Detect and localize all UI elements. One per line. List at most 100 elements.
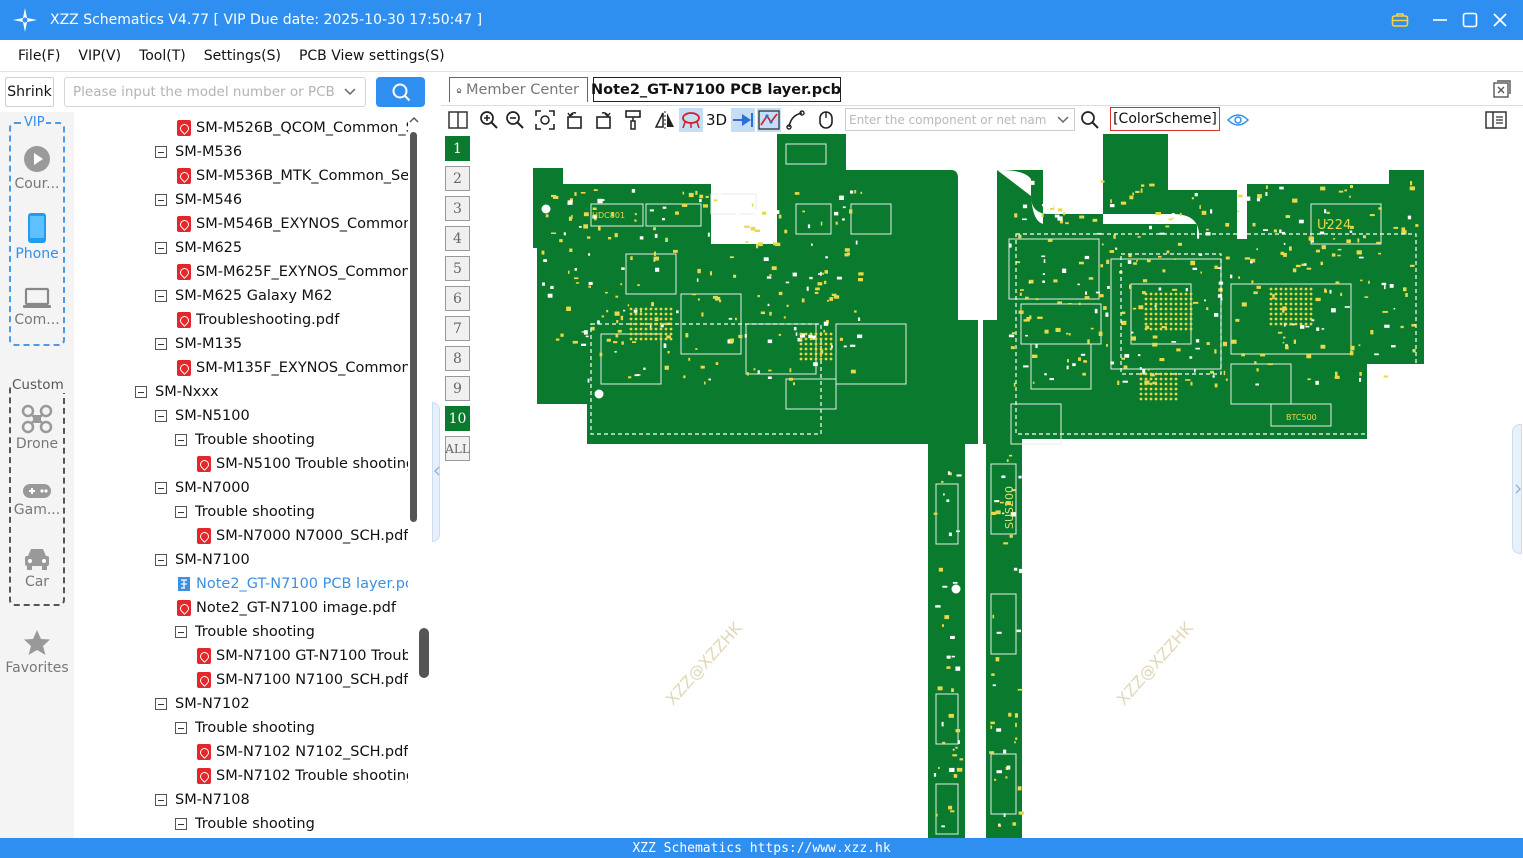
tree-item-label: SM-N5100 [175,408,250,424]
tree-folder[interactable]: Trouble shooting [175,500,315,524]
pcb-mark [942,624,944,627]
collapse-right-grip[interactable] [1512,424,1522,554]
tree-file[interactable]: SM-M546B_EXYNOS_Common_ [177,212,408,236]
tree-folder[interactable]: SM-M546 [155,188,242,212]
netlist-view-button[interactable] [757,108,781,132]
category-phone[interactable]: Phone [0,212,74,262]
category-game[interactable]: Gam... [0,482,74,518]
briefcase-icon[interactable] [1385,5,1415,35]
rotate-right-button[interactable] [591,108,615,132]
right-panel-grip[interactable] [1511,134,1523,838]
pcb-mark [1295,264,1301,268]
component-search-input[interactable] [849,112,1047,127]
chevron-down-icon[interactable] [1056,113,1070,127]
tree-folder[interactable]: SM-N7000 [155,476,250,500]
rotate-left-button[interactable] [563,108,587,132]
tree-scrollbar-secondary-thumb[interactable] [419,628,429,678]
side-panel-button[interactable] [1484,108,1508,132]
tab-member-center[interactable]: Member Center [449,77,588,102]
shrink-button[interactable]: Shrink [5,77,54,107]
category-courses[interactable]: Cour... [0,144,74,192]
pcb-mark [1289,297,1293,301]
tree-scrollbar[interactable] [408,112,420,838]
tree-file[interactable]: SM-N7102 Trouble shooting [197,764,408,788]
mirror-button[interactable] [653,108,677,132]
pcb-mark [850,369,856,374]
pcb-canvas[interactable]: 1 2 3 4 5 6 7 8 9 10 ALL U224 SUS200 XZZ@XZZHK XZZ… [441,134,1511,838]
tree-file[interactable]: SM-M526B_QCOM_Common_Se [177,116,408,140]
tree-file[interactable]: SM-M625F_EXYNOS_Common_S [177,260,408,284]
close-tabs-icon[interactable] [1493,80,1511,98]
menu-settings[interactable]: Settings(S) [195,40,290,72]
tree-file[interactable]: Troubleshooting.pdf [177,308,339,332]
pcb-mark [629,307,633,311]
tree-folder[interactable]: Trouble shooting [175,812,315,836]
pcb-mark [996,728,1002,732]
maximize-button[interactable] [1455,5,1485,35]
tree-folder[interactable]: Trouble shooting [175,620,315,644]
pcb-board-view[interactable]: U224 SUS200 XZZ@XZZHK XZZ@XZZHK HDC801 B… [441,134,1511,838]
tree-file[interactable]: Note2_GT-N7100 image.pdf [177,596,396,620]
panel-splitter[interactable] [430,112,441,838]
pcb-mark [1149,382,1153,386]
visibility-button[interactable] [1226,108,1250,132]
tree-folder[interactable]: Trouble shooting [175,716,315,740]
pcb-mark [750,190,752,193]
3d-view-button[interactable]: 3D [706,108,727,132]
tree-folder[interactable]: SM-N7102 [155,692,250,716]
tree-folder[interactable]: SM-N7108 [155,788,250,812]
tree-file[interactable]: SM-N7100 N7100_SCH.pdf [197,668,408,692]
tree-file[interactable]: Note2_GT-N7100 PCB layer.pcb [177,572,408,596]
tree-scrollbar-thumb[interactable] [410,132,417,522]
chevron-down-icon[interactable] [343,85,357,99]
tree-folder[interactable]: SM-N7100 [155,548,250,572]
color-scheme-button[interactable]: [ColorScheme] [1110,107,1220,131]
tree-file[interactable]: SM-N7100 GT-N7100 Troubl [197,644,408,668]
tree-file[interactable]: SM-M135F_EXYNOS_Common_S [177,356,408,380]
tree-file[interactable]: SM-N7102 N7102_SCH.pdf [197,740,408,764]
pcb-mark [545,214,549,218]
split-view-button[interactable] [446,108,470,132]
tree-folder[interactable]: SM-M625 [155,236,242,260]
trace-button[interactable] [784,108,808,132]
tree-folder[interactable]: SM-M625 Galaxy M62 [155,284,333,308]
net-highlight-button[interactable] [679,108,703,132]
minimize-button[interactable] [1425,5,1455,35]
tree-file[interactable]: SM-N7000 N7000_SCH.pdf [197,524,408,548]
category-car[interactable]: Car [0,546,74,590]
flight-line-button[interactable] [731,108,755,132]
collapse-left-grip[interactable] [432,402,440,542]
tree-folder[interactable]: SM-M135 [155,332,242,356]
pcb-mark [1189,312,1193,316]
zoom-in-button[interactable] [477,108,501,132]
category-favorites[interactable]: Favorites [0,628,74,676]
tree-folder[interactable]: SM-M536 [155,140,242,164]
tree-file[interactable]: SM-N5100 Trouble shooting [197,452,408,476]
component-search-button[interactable] [1078,108,1102,132]
menu-tool[interactable]: Tool(T) [130,40,195,72]
scroll-up-icon[interactable] [408,112,420,128]
pcb-mark [1085,291,1087,295]
fit-view-button[interactable] [533,108,557,132]
category-computer[interactable]: Com... [0,286,74,328]
menu-vip[interactable]: VIP(V) [69,40,130,72]
pcb-mark [820,221,823,226]
tab-pcb-layer[interactable]: Note2_GT-N7100 PCB layer.pcb [591,77,841,102]
menu-pcb-view-settings[interactable]: PCB View settings(S) [290,40,454,72]
pcb-mark [1095,291,1100,294]
tree-folder[interactable]: SM-N5100 [155,404,250,428]
pcb-mark [1139,372,1143,376]
pcb-mark [664,312,668,316]
close-button[interactable] [1485,5,1515,35]
tree-folder[interactable]: Trouble shooting [175,428,315,452]
format-painter-button[interactable] [621,108,645,132]
model-search-input[interactable] [73,84,335,100]
category-drone[interactable]: Drone [0,404,74,452]
menu-file[interactable]: File(F) [0,40,69,72]
search-button[interactable] [376,77,425,107]
pcb-mark [1114,217,1119,219]
zoom-out-button[interactable] [503,108,527,132]
tree-file[interactable]: SM-M536B_MTK_Common_Serv [177,164,408,188]
mouse-mode-button[interactable] [814,108,838,132]
tree-folder[interactable]: SM-Nxxx [135,380,219,404]
